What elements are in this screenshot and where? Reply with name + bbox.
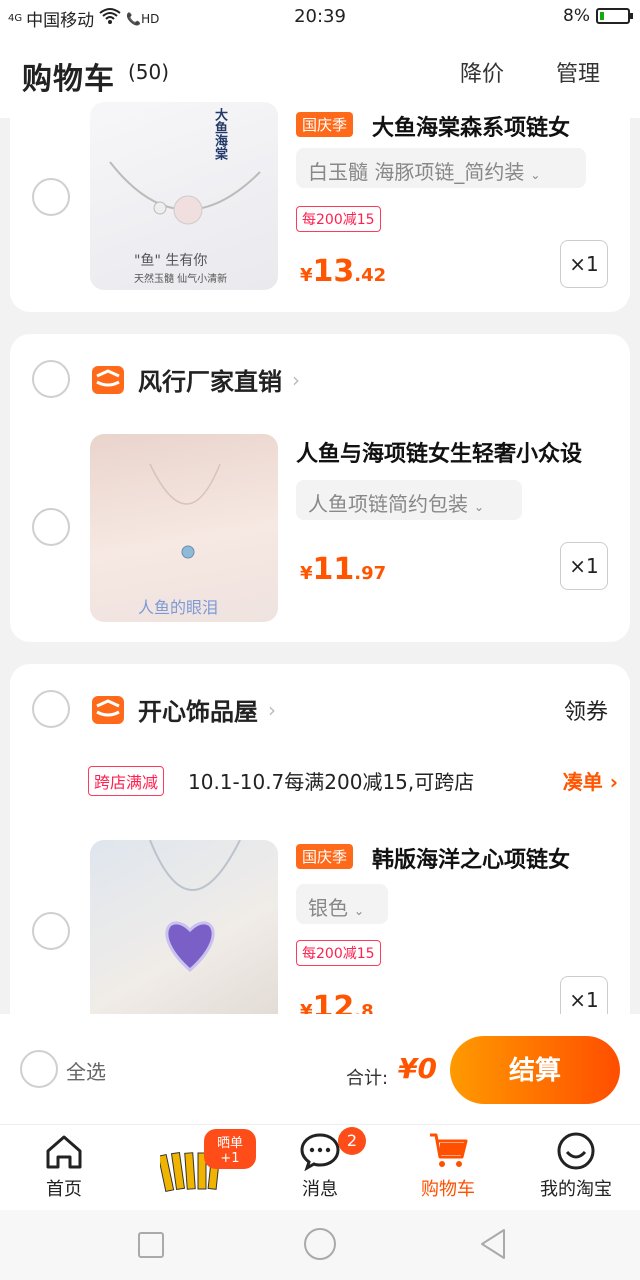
recent-apps-icon[interactable] (138, 1232, 164, 1258)
shop-card: 风行厂家直销 › 人鱼的眼泪 人鱼与海项链女生轻奢小众设 人鱼项链简约包装 ⌄ ¥… (10, 334, 630, 642)
page-title: 购物车 (22, 62, 115, 97)
cross-store-promo-row: 跨店满减 10.1-10.7每满200减15,可跨店 凑单 › (88, 764, 618, 798)
checkout-bar: 全选 合计: ¥0 结算 (0, 1014, 640, 1124)
smile-face-icon (556, 1131, 596, 1171)
price-decimal: .42 (354, 265, 387, 286)
chevron-right-icon: › (268, 697, 276, 722)
item-price: ¥11.97 (300, 552, 386, 587)
item-title[interactable]: 人鱼与海项链女生轻奢小众设 (296, 436, 616, 468)
status-bar: 4G 中国移动 📞HD 20:39 8% (0, 0, 640, 34)
price-integer: 13 (312, 254, 355, 289)
promo-tag: 每200减15 (296, 940, 381, 966)
shop-icon (92, 695, 124, 724)
shop-select-radio[interactable] (32, 690, 70, 728)
sku-label: 银色 (308, 896, 348, 920)
price-drop-button[interactable]: 降价 (460, 56, 504, 88)
status-right: 8% (563, 6, 633, 26)
necklace-illustration (149, 840, 241, 972)
tab-label: 首页 (46, 1179, 82, 1200)
price-decimal: .97 (354, 563, 387, 584)
unread-badge: 2 (338, 1127, 366, 1155)
sku-selector[interactable]: 银色 ⌄ (296, 884, 388, 924)
system-nav-bar (0, 1210, 640, 1280)
tab-mine[interactable]: 我的淘宝 (512, 1125, 640, 1211)
cross-store-tag: 跨店满减 (88, 766, 165, 796)
item-select-radio[interactable] (32, 912, 70, 950)
chat-icon (300, 1131, 340, 1172)
shop-name: 开心饰品屋 (138, 698, 258, 726)
chevron-down-icon: ⌄ (474, 500, 485, 514)
select-all-radio[interactable] (20, 1050, 58, 1088)
add-on-link[interactable]: 凑单 › (563, 766, 618, 795)
bottom-tab-bar: 首页 晒单+1 2 消息 购物车 我的淘宝 (0, 1124, 640, 1210)
price-currency: ¥ (300, 265, 313, 286)
sku-label: 白玉髓 海豚项链_简约装 (308, 160, 525, 184)
thumb-caption: 大鱼海棠 (212, 108, 227, 160)
clock: 20:39 (294, 6, 346, 27)
national-day-badge: 国庆季 (296, 844, 354, 869)
item-price: ¥13.42 (300, 254, 386, 289)
shop-header[interactable]: 开心饰品屋 › (92, 692, 276, 727)
tab-cart[interactable]: 购物车 (384, 1125, 512, 1211)
shop-icon (92, 365, 124, 394)
shop-card: 开心饰品屋 › 领券 跨店满减 10.1-10.7每满200减15,可跨店 凑单… (10, 664, 630, 1064)
manage-button[interactable]: 管理 (556, 56, 600, 88)
home-button-icon[interactable] (304, 1228, 336, 1260)
tab-label: 购物车 (421, 1179, 475, 1200)
cross-store-text: 10.1-10.7每满200减15,可跨店 (188, 770, 475, 794)
chevron-down-icon: ⌄ (354, 904, 365, 918)
sku-selector[interactable]: 白玉髓 海豚项链_简约装 ⌄ (296, 148, 586, 188)
shop-name: 风行厂家直销 (138, 368, 282, 396)
shop-header[interactable]: 风行厂家直销 › (92, 362, 300, 397)
item-select-radio[interactable] (32, 178, 70, 216)
chevron-down-icon: ⌄ (530, 168, 541, 182)
quantity-stepper[interactable]: ×1 (560, 240, 608, 288)
product-image[interactable] (90, 840, 278, 1014)
tab-label: 消息 (302, 1179, 338, 1200)
national-day-badge: 国庆季 (296, 112, 354, 137)
share-badge: 晒单+1 (204, 1129, 256, 1169)
shop-select-radio[interactable] (32, 360, 70, 398)
item-select-radio[interactable] (32, 508, 70, 546)
coupon-button[interactable]: 领券 (564, 694, 608, 726)
item-title[interactable]: 大鱼海棠森系项链女 (372, 110, 612, 142)
cart-item-card: 大鱼海棠 "鱼" 生有你 天然玉髓 仙气小清新 国庆季 大鱼海棠森系项链女 白玉… (10, 102, 630, 312)
chevron-right-icon: › (292, 367, 300, 392)
thumb-caption: "鱼" 生有你 (134, 253, 208, 269)
price-integer: 11 (312, 552, 355, 587)
quantity-stepper[interactable]: ×1 (560, 542, 608, 590)
thumb-watermark: 人鱼的眼泪 (138, 598, 219, 617)
tab-messages[interactable]: 2 消息 (256, 1125, 384, 1211)
tab-promo[interactable]: 晒单+1 (128, 1125, 256, 1211)
select-all-label[interactable]: 全选 (66, 1056, 106, 1085)
battery-icon (596, 8, 633, 24)
price-currency: ¥ (300, 563, 313, 584)
total-amount: ¥0 (398, 1052, 437, 1085)
checkout-button[interactable]: 结算 (450, 1036, 620, 1104)
thumb-caption: 天然玉髓 仙气小清新 (134, 274, 228, 285)
cart-icon (428, 1131, 468, 1171)
sku-selector[interactable]: 人鱼项链简约包装 ⌄ (296, 480, 522, 520)
battery-percent: 8% (563, 6, 590, 26)
tab-home[interactable]: 首页 (0, 1125, 128, 1211)
total-label: 合计: (346, 1068, 389, 1089)
sku-label: 人鱼项链简约包装 (308, 492, 468, 516)
cart-count: (50) (128, 60, 170, 84)
item-title[interactable]: 韩版海洋之心项链女 (372, 842, 612, 874)
tab-label: 我的淘宝 (540, 1179, 612, 1200)
back-icon[interactable] (478, 1228, 508, 1260)
promo-tag: 每200减15 (296, 206, 381, 232)
home-icon (44, 1131, 84, 1171)
product-image[interactable]: 人鱼的眼泪 (90, 434, 278, 622)
product-image[interactable]: 大鱼海棠 "鱼" 生有你 天然玉髓 仙气小清新 (90, 102, 278, 290)
